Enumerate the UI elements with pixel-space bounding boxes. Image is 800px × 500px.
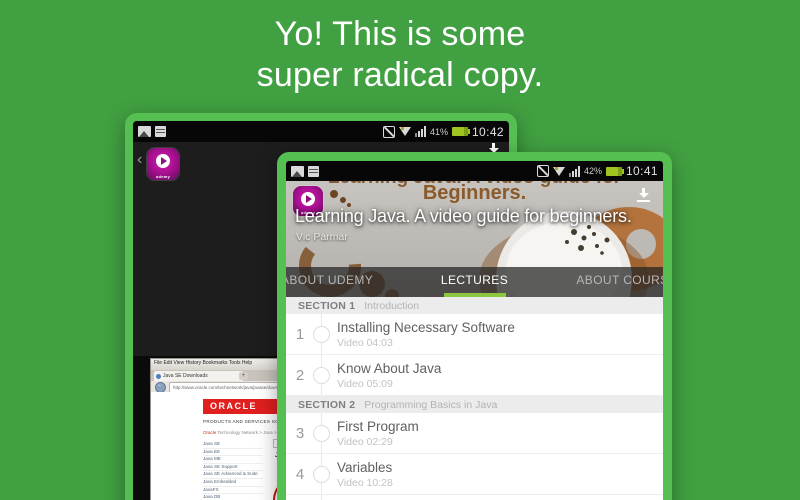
lecture-row-2[interactable]: 2 Know About Java Video 05:09 xyxy=(286,355,663,396)
clock: 10:42 xyxy=(471,124,504,139)
tab-bar: ABOUT UDEMY LECTURES ABOUT COURSE xyxy=(286,267,663,297)
headline: Yo! This is some super radical copy. xyxy=(0,14,800,97)
battery-icon xyxy=(605,166,624,176)
wifi-icon xyxy=(398,127,411,136)
new-tab-button: + xyxy=(239,372,248,380)
wifi-icon xyxy=(552,166,565,176)
nfc-off-icon xyxy=(382,125,395,138)
back-status-bar: 41% 10:42 xyxy=(133,121,509,142)
app-notification-icon xyxy=(155,126,166,137)
nfc-off-icon xyxy=(536,165,549,177)
lecture-meta: Video 02:29 xyxy=(337,435,393,448)
oracle-sidebar-links: Java SE Java EE Java ME Java SE Support Java… xyxy=(203,441,263,500)
lecture-status-circle xyxy=(313,465,330,483)
lecture-row-5[interactable]: 5 DataTypes Video 06:00 xyxy=(286,495,663,500)
tab-lectures[interactable]: LECTURES xyxy=(441,267,508,293)
headline-line2: super radical copy. xyxy=(256,56,544,95)
lecture-row-1[interactable]: 1 Installing Necessary Software Video 04… xyxy=(286,314,663,355)
download-icon[interactable] xyxy=(637,188,650,202)
clock: 10:41 xyxy=(625,164,658,178)
battery-percent: 42% xyxy=(583,166,602,176)
app-notification-icon xyxy=(308,165,319,177)
battery-icon xyxy=(451,127,470,136)
lecture-meta: Video 10:28 xyxy=(337,476,393,489)
tab-about-course[interactable]: ABOUT COURSE xyxy=(576,267,663,293)
timeline-line xyxy=(321,495,322,500)
signal-strength-icon xyxy=(568,165,580,177)
marketing-screenshot: Yo! This is some super radical copy. 41%… xyxy=(0,0,800,500)
lecture-title: First Program xyxy=(337,418,419,434)
instructor-name: Vic Parmar xyxy=(296,231,348,243)
course-banner: Learning Java! A video guide for Beginne… xyxy=(286,181,663,297)
active-tab-underline xyxy=(443,293,506,297)
lecture-status-circle xyxy=(313,366,330,384)
lecture-row-3[interactable]: 3 First Program Video 02:29 xyxy=(286,413,663,454)
lecture-title: Know About Java xyxy=(337,360,442,376)
front-phone-screenshot: 42% 10:41 Learning Java! A video guide f… xyxy=(277,152,672,500)
lecture-meta: Video 05:09 xyxy=(337,377,393,390)
lectures-list: SECTION 1 Introduction 1 Installing Nece… xyxy=(286,297,663,500)
section-header-1: SECTION 1 Introduction xyxy=(286,297,663,314)
lecture-status-circle xyxy=(313,424,330,442)
lecture-title: Installing Necessary Software xyxy=(337,319,515,335)
lecture-meta: Video 04:03 xyxy=(337,336,393,349)
play-triangle-icon xyxy=(306,194,312,203)
lecture-row-4[interactable]: 4 Variables Video 10:28 xyxy=(286,454,663,495)
back-chevron-icon[interactable]: ‹ xyxy=(137,152,142,168)
front-status-bar: 42% 10:41 xyxy=(286,161,663,181)
play-triangle-icon xyxy=(161,157,167,166)
udemy-app-icon[interactable]: udemy xyxy=(147,148,179,180)
section-header-2: SECTION 2 Programming Basics in Java xyxy=(286,396,663,413)
browser-tab: Java SE Downloads xyxy=(154,371,243,381)
lecture-title: Variables xyxy=(337,459,393,475)
tab-about-udemy[interactable]: ABOUT UDEMY xyxy=(286,267,373,293)
gallery-notification-icon xyxy=(291,165,304,177)
lecture-status-circle xyxy=(313,325,330,343)
gallery-notification-icon xyxy=(138,126,151,137)
headline-line1: Yo! This is some xyxy=(274,15,526,53)
battery-percent: 41% xyxy=(429,126,448,137)
course-title: Learning Java. A video guide for beginne… xyxy=(295,206,632,226)
signal-strength-icon xyxy=(414,126,426,137)
